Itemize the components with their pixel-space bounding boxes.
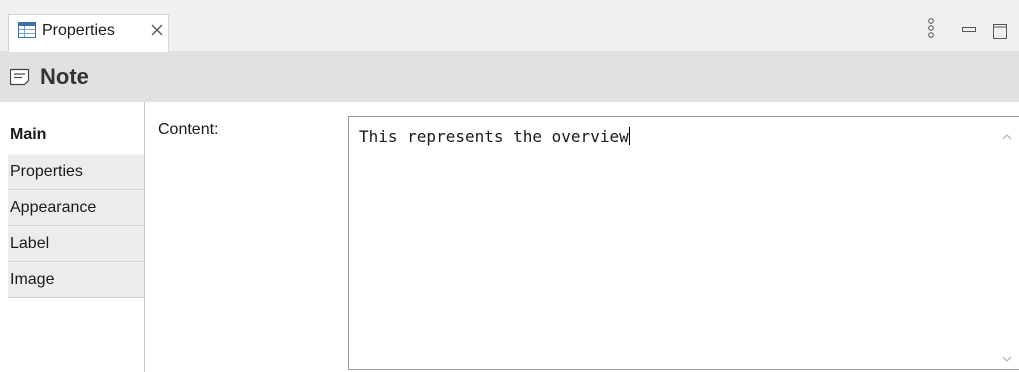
- view-tab-strip: Properties: [0, 0, 1019, 52]
- text-caret: [628, 127, 630, 145]
- content-value: This represents the overview: [359, 127, 629, 146]
- section-tab-label: Main: [10, 126, 47, 143]
- section-tab-image[interactable]: Image: [8, 262, 145, 298]
- properties-tab[interactable]: Properties: [8, 14, 169, 52]
- section-tab-label: Appearance: [10, 199, 97, 216]
- section-tabs: Main Properties Appearance Label Image: [8, 118, 145, 298]
- close-icon[interactable]: [149, 21, 165, 39]
- properties-view: Properties Note Main Properties Appearan…: [0, 0, 1019, 372]
- section-tabs-spacer: [8, 102, 144, 118]
- content-text-value[interactable]: This represents the overview: [359, 127, 630, 147]
- section-divider: [144, 102, 145, 372]
- section-tab-properties[interactable]: Properties: [8, 154, 145, 190]
- scroll-down-icon[interactable]: [1001, 351, 1013, 362]
- view-menu-icon[interactable]: [926, 18, 936, 42]
- section-tab-label: Properties: [10, 163, 83, 180]
- content-textarea[interactable]: This represents the overview: [348, 116, 1019, 370]
- section-tabs-filler: [8, 298, 144, 372]
- scroll-up-icon[interactable]: [1001, 129, 1013, 140]
- section-tab-label[interactable]: Label: [8, 226, 145, 262]
- page-title: Note: [40, 64, 89, 89]
- maximize-icon[interactable]: [993, 24, 1007, 40]
- minimize-icon[interactable]: [962, 22, 976, 32]
- section-tab-appearance[interactable]: Appearance: [8, 190, 145, 226]
- properties-table-icon: [18, 22, 36, 38]
- section-tab-label: Image: [10, 271, 55, 288]
- note-icon: [9, 68, 30, 86]
- section-title-bar: Note: [0, 52, 1019, 102]
- content-label: Content:: [158, 121, 219, 138]
- properties-tab-label: Properties: [42, 22, 115, 39]
- section-tab-main[interactable]: Main: [8, 118, 145, 154]
- section-tab-label: Label: [10, 235, 50, 252]
